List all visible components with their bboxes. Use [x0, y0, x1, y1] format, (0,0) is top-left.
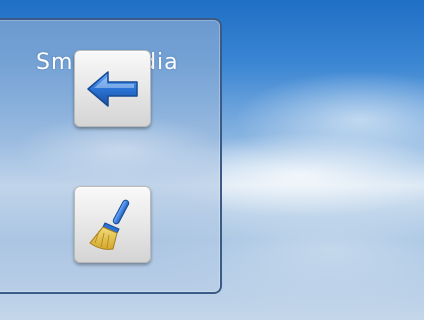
- desktop-background: SmartMedia: [0, 0, 424, 320]
- back-button[interactable]: [74, 50, 151, 127]
- broom-icon: [89, 199, 129, 250]
- clear-button[interactable]: [74, 186, 151, 263]
- left-arrow-icon: [86, 70, 138, 107]
